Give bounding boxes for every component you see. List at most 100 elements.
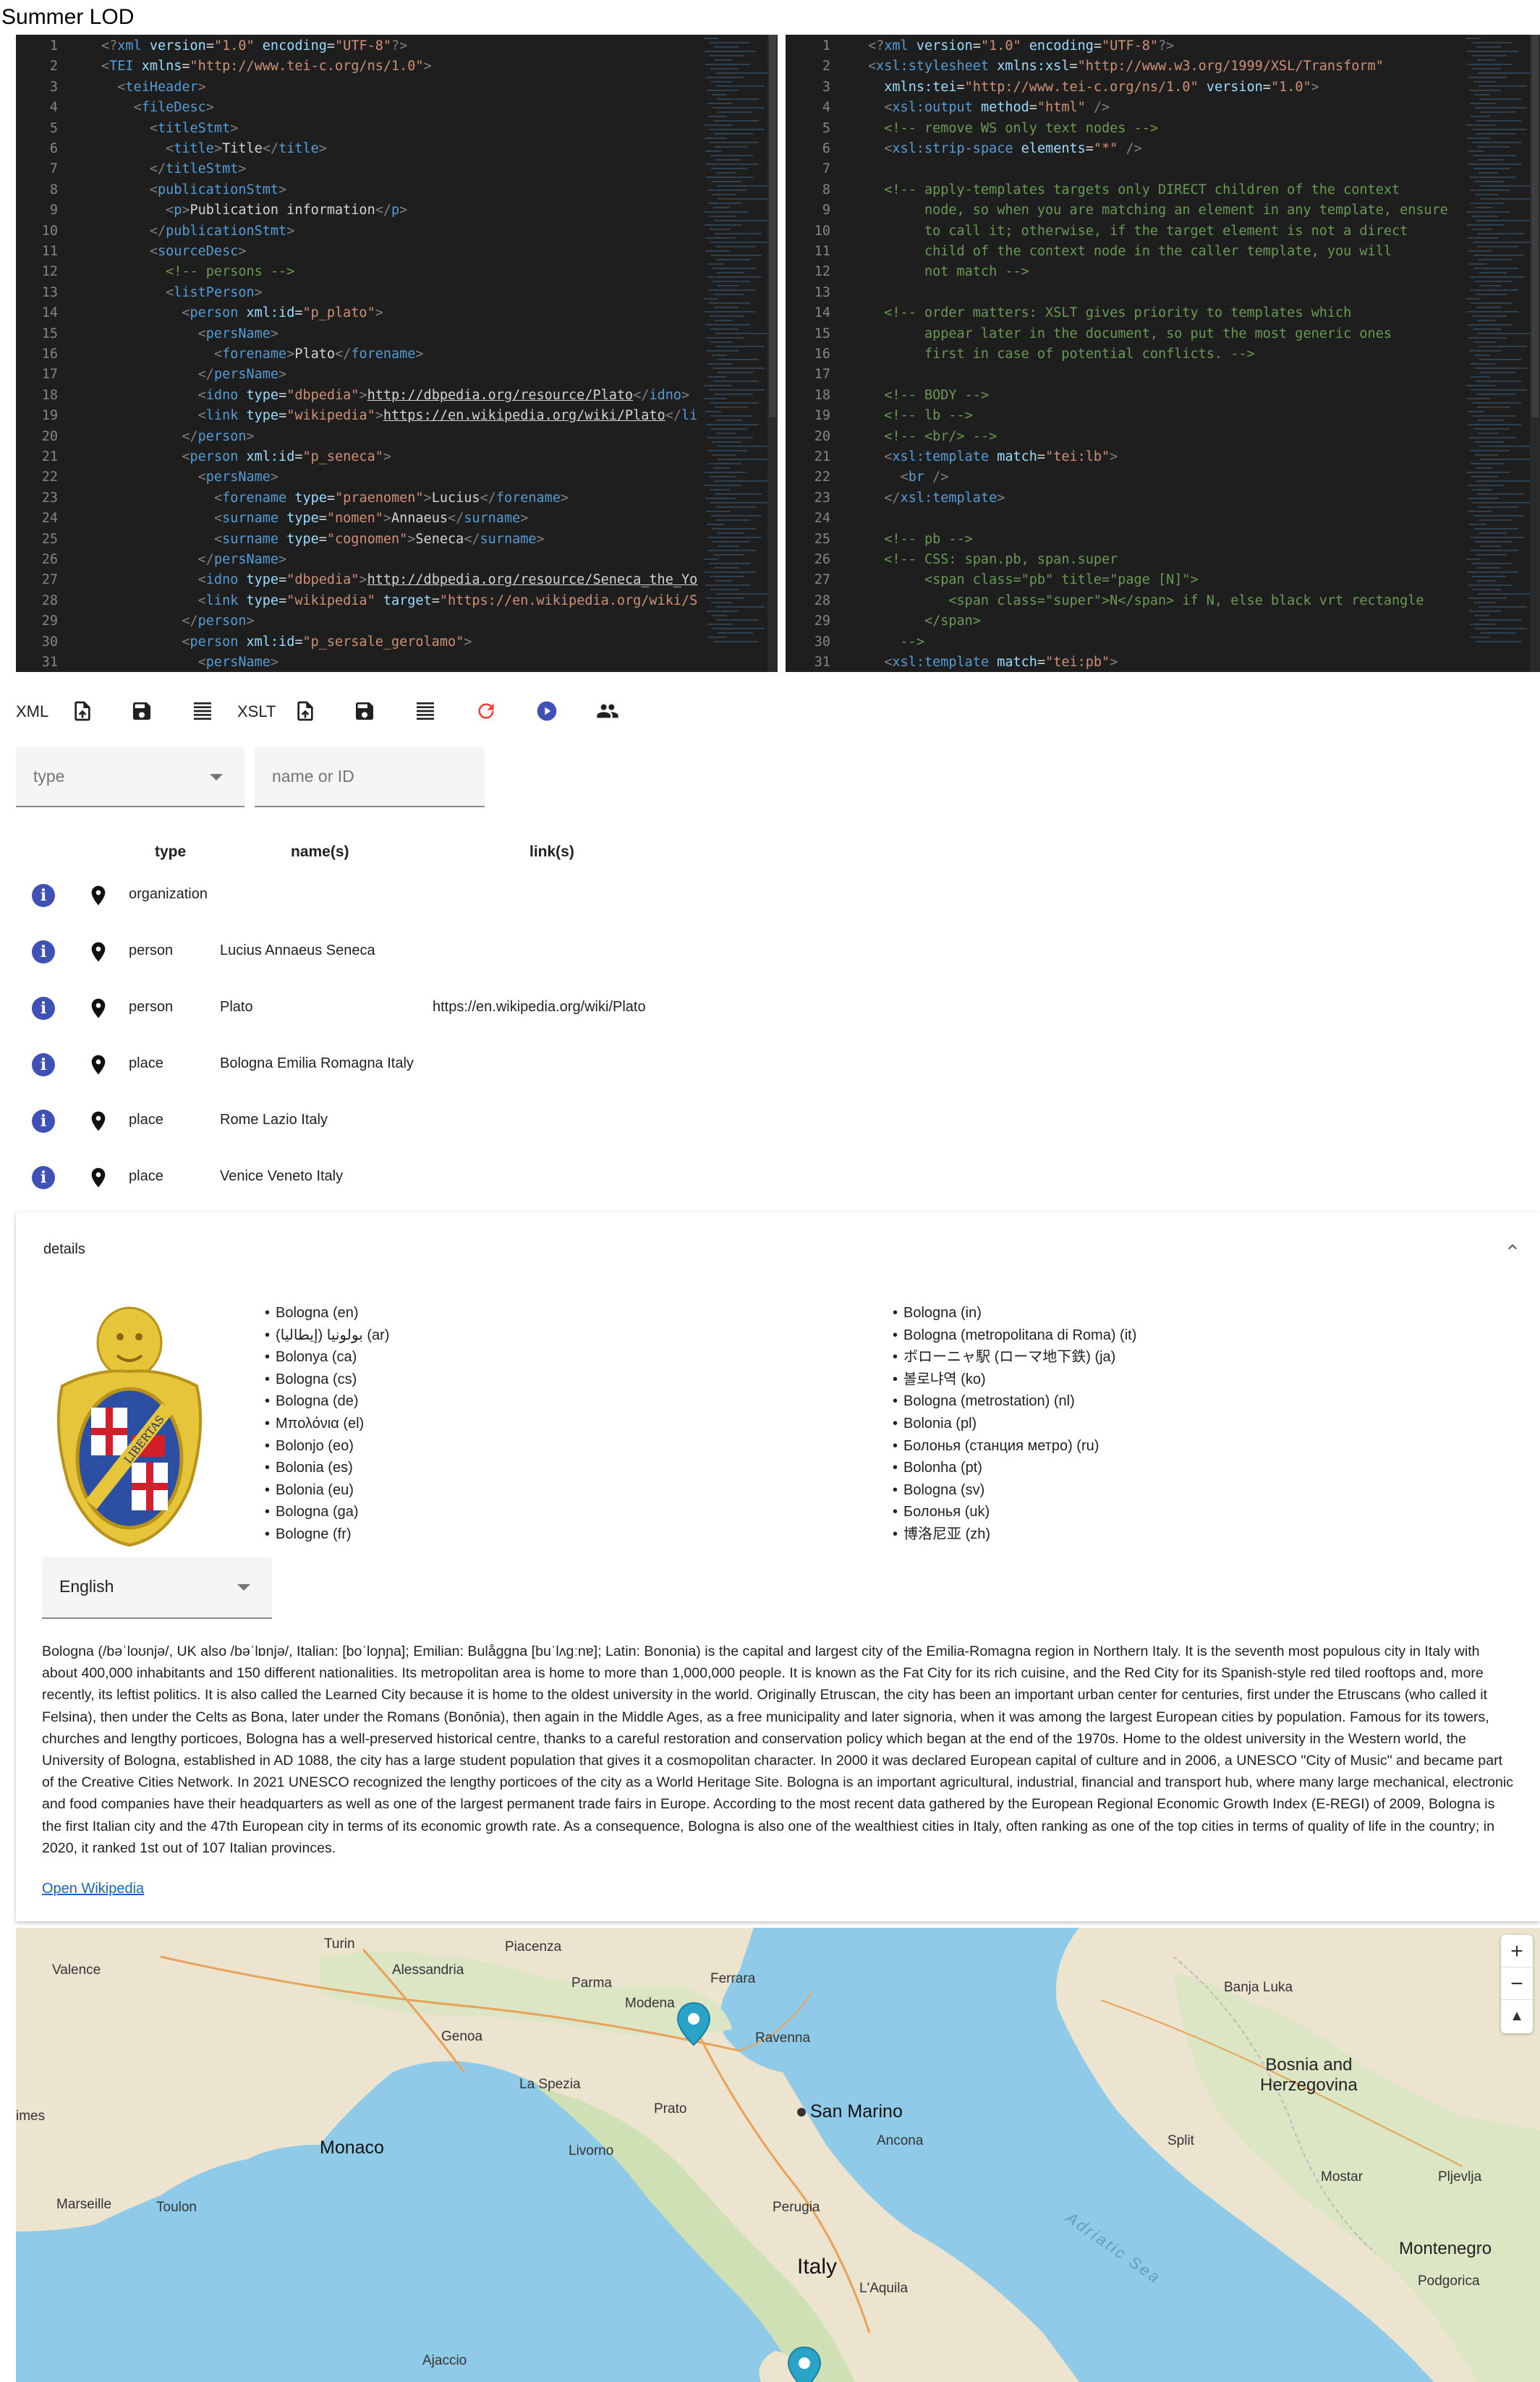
- info-icon[interactable]: i: [32, 1053, 55, 1076]
- code-line[interactable]: 21 <person xml:id="p_seneca">: [16, 447, 391, 467]
- code-line[interactable]: 24 <surname type="nomen">Annaeus</surnam…: [16, 509, 529, 529]
- code-line[interactable]: 7: [786, 159, 868, 179]
- code-text[interactable]: <persName>: [58, 652, 278, 672]
- code-line[interactable]: 30 -->: [786, 632, 924, 652]
- code-line[interactable]: 3 xmlns:tei="http://www.tei-c.org/ns/1.0…: [786, 77, 1319, 98]
- code-text[interactable]: <persName>: [58, 324, 278, 344]
- code-line[interactable]: 6 <xsl:strip-space elements="*" />: [786, 139, 1142, 159]
- code-text[interactable]: </span>: [830, 611, 981, 631]
- code-line[interactable]: 2 <TEI xmlns="http://www.tei-c.org/ns/1.0…: [16, 56, 432, 77]
- code-line[interactable]: 3 <teiHeader>: [16, 77, 206, 98]
- code-line[interactable]: 30 <person xml:id="p_sersale_gerolamo">: [16, 632, 472, 652]
- code-text[interactable]: <!-- lb -->: [830, 406, 973, 426]
- code-text[interactable]: <idno type="dbpedia">http://dbpedia.org/…: [58, 570, 698, 590]
- code-line[interactable]: 10 </publicationStmt>: [16, 221, 295, 242]
- code-text[interactable]: <!-- remove WS only text nodes -->: [830, 119, 1158, 139]
- code-line[interactable]: 25 <!-- pb -->: [786, 529, 973, 550]
- code-text[interactable]: first in case of potential conflicts. --…: [830, 344, 1255, 365]
- code-line[interactable]: 1 <?xml version="1.0" encoding="UTF-8"?>: [16, 36, 407, 56]
- code-text[interactable]: [830, 365, 868, 385]
- code-line[interactable]: 15 appear later in the document, so put …: [786, 324, 1392, 344]
- xslt-minimap[interactable]: [1466, 38, 1536, 669]
- play-button[interactable]: [529, 694, 564, 728]
- code-text[interactable]: <!-- order matters: XSLT gives priority …: [830, 303, 1351, 323]
- code-text[interactable]: </persName>: [58, 550, 287, 570]
- code-text[interactable]: node, so when you are matching an elemen…: [830, 200, 1448, 221]
- code-text[interactable]: </person>: [58, 611, 254, 631]
- code-line[interactable]: 17 </persName>: [16, 365, 286, 385]
- zoom-in-button[interactable]: +: [1501, 1935, 1533, 1968]
- code-line[interactable]: 9 <p>Publication information</p>: [16, 200, 407, 221]
- code-line[interactable]: 11 <sourceDesc>: [16, 242, 247, 262]
- zoom-out-button[interactable]: −: [1501, 1968, 1533, 2000]
- code-line[interactable]: 1 <?xml version="1.0" encoding="UTF-8"?>: [786, 36, 1174, 56]
- code-text[interactable]: <!-- <br/> -->: [830, 427, 997, 447]
- code-text[interactable]: <person xml:id="p_plato">: [58, 303, 383, 323]
- open-wikipedia-link[interactable]: Open Wikipedia: [42, 1881, 144, 1897]
- name-filter-input[interactable]: name or ID: [255, 746, 485, 807]
- code-line[interactable]: 12 <!-- persons -->: [16, 262, 295, 282]
- code-line[interactable]: 19 <link type="wikipedia">https://en.wik…: [16, 406, 698, 426]
- code-line[interactable]: 26 </persName>: [16, 550, 286, 570]
- location-pin-icon[interactable]: [87, 882, 110, 909]
- code-line[interactable]: 31 <xsl:template match="tei:pb">: [786, 652, 1118, 672]
- code-text[interactable]: <!-- persons -->: [58, 262, 294, 282]
- code-line[interactable]: 29 </person>: [16, 611, 255, 631]
- code-text[interactable]: <forename>Plato</forename>: [58, 344, 424, 365]
- code-text[interactable]: <br />: [830, 467, 949, 488]
- xslt-scrollbar[interactable]: [1530, 35, 1540, 672]
- map-canvas[interactable]: [16, 1928, 1540, 2382]
- code-line[interactable]: 13 <listPerson>: [16, 283, 263, 303]
- code-line[interactable]: 29 </span>: [786, 611, 981, 631]
- code-text[interactable]: <titleStmt>: [58, 119, 239, 139]
- location-pin-icon[interactable]: [87, 1052, 110, 1078]
- code-text[interactable]: [830, 509, 868, 529]
- xslt-editor[interactable]: 1 <?xml version="1.0" encoding="UTF-8"?> 2…: [786, 35, 1540, 672]
- code-line[interactable]: 28 <link type="wikipedia" target="https:…: [16, 591, 698, 611]
- code-text[interactable]: <p>Publication information</p>: [58, 200, 407, 221]
- code-text[interactable]: <xsl:template match="tei:pb">: [830, 652, 1118, 672]
- code-text[interactable]: <idno type="dbpedia">http://dbpedia.org/…: [58, 386, 689, 406]
- people-button[interactable]: [590, 694, 625, 728]
- xml-save-button[interactable]: [124, 694, 159, 728]
- code-line[interactable]: 20 <!-- <br/> -->: [786, 427, 997, 447]
- code-text[interactable]: <forename type="praenomen">Lucius</foren…: [58, 488, 569, 509]
- code-line[interactable]: 27 <span class="pb" title="page [N]">: [786, 570, 1199, 590]
- code-line[interactable]: 24: [786, 509, 868, 529]
- location-pin-icon[interactable]: [87, 1108, 110, 1134]
- location-pin-icon[interactable]: [87, 939, 110, 965]
- location-pin-icon[interactable]: [87, 1165, 110, 1191]
- code-text[interactable]: not match -->: [830, 262, 1029, 282]
- code-text[interactable]: xmlns:tei="http://www.tei-c.org/ns/1.0" …: [830, 77, 1319, 98]
- code-text[interactable]: <teiHeader>: [58, 77, 206, 98]
- row-link[interactable]: https://en.wikipedia.org/wiki/Plato: [433, 999, 646, 1016]
- code-text[interactable]: <publicationStmt>: [58, 180, 286, 200]
- code-text[interactable]: child of the context node in the caller …: [830, 242, 1392, 262]
- xml-upload-button[interactable]: [65, 694, 100, 728]
- code-line[interactable]: 19 <!-- lb -->: [786, 406, 973, 426]
- code-text[interactable]: [830, 283, 868, 303]
- xml-editor[interactable]: 1 <?xml version="1.0" encoding="UTF-8"?> 2…: [16, 35, 778, 672]
- code-text[interactable]: <person xml:id="p_sersale_gerolamo">: [58, 632, 472, 652]
- code-line[interactable]: 8 <publicationStmt>: [16, 180, 286, 200]
- code-text[interactable]: <span class="super">N</span> if N, else …: [830, 591, 1424, 611]
- code-line[interactable]: 17: [786, 365, 868, 385]
- code-line[interactable]: 13: [786, 283, 868, 303]
- info-icon[interactable]: i: [32, 1166, 55, 1189]
- code-line[interactable]: 6 <title>Title</title>: [16, 139, 327, 159]
- code-text[interactable]: <fileDesc>: [58, 98, 214, 118]
- refresh-button[interactable]: [469, 694, 503, 728]
- code-line[interactable]: 10 to call it; otherwise, if the target …: [786, 221, 1408, 242]
- code-line[interactable]: 14 <person xml:id="p_plato">: [16, 303, 383, 323]
- info-icon[interactable]: i: [32, 997, 55, 1020]
- code-text[interactable]: <xsl:output method="html" />: [830, 98, 1110, 118]
- code-line[interactable]: 27 <idno type="dbpedia">http://dbpedia.o…: [16, 570, 698, 590]
- code-text[interactable]: <!-- CSS: span.pb, span.super: [830, 550, 1118, 570]
- code-line[interactable]: 18 <idno type="dbpedia">http://dbpedia.o…: [16, 386, 689, 406]
- info-icon[interactable]: i: [32, 1110, 55, 1133]
- code-text[interactable]: appear later in the document, so put the…: [830, 324, 1392, 344]
- code-text[interactable]: <listPerson>: [58, 283, 263, 303]
- code-line[interactable]: 12 not match -->: [786, 262, 1029, 282]
- code-text[interactable]: <person xml:id="p_seneca">: [58, 447, 391, 467]
- code-text[interactable]: <surname type="cognomen">Seneca</surname…: [58, 529, 545, 550]
